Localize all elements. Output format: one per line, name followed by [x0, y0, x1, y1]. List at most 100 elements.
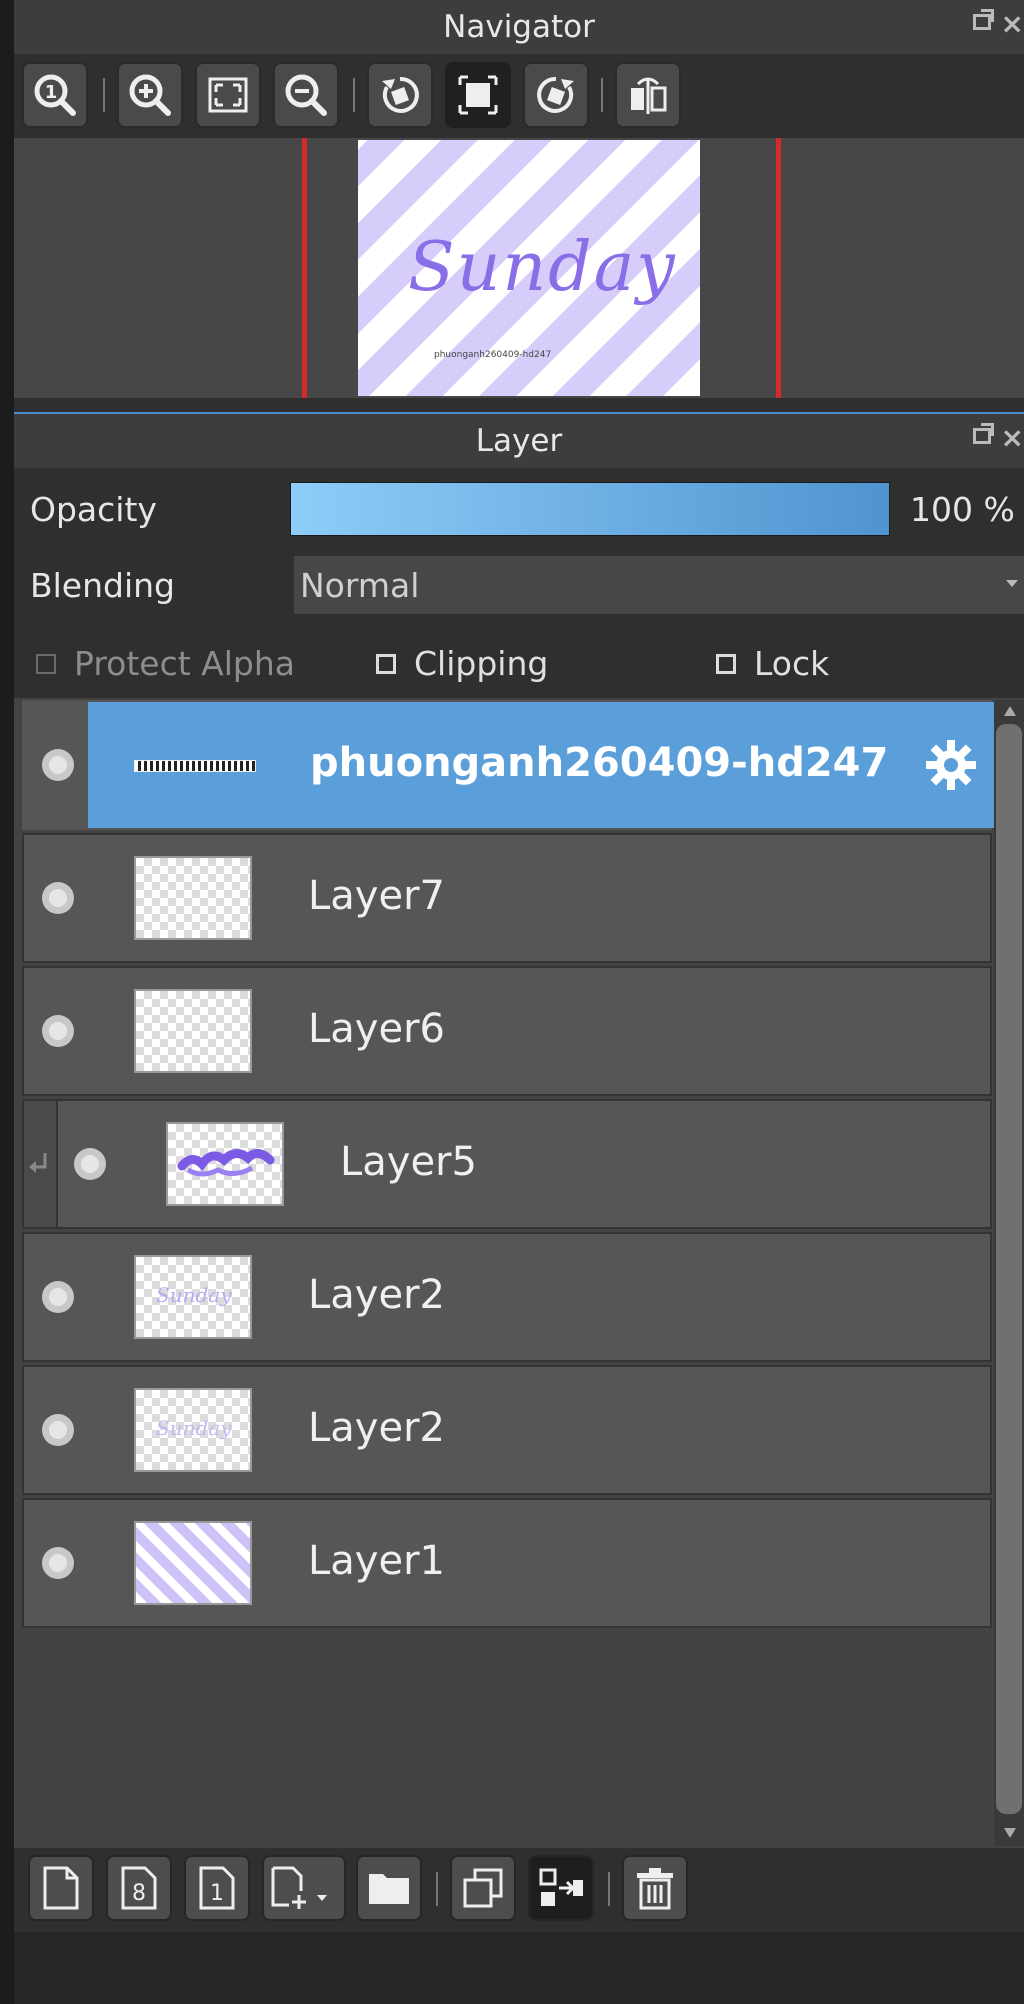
rotate-left-icon [382, 76, 419, 113]
visibility-toggle[interactable] [42, 1015, 74, 1047]
viewport-guide-right [776, 138, 781, 398]
viewport-guide-left [302, 138, 307, 398]
layer-name: Layer5 [340, 1139, 477, 1185]
visibility-toggle[interactable] [42, 749, 74, 781]
layer-row[interactable]: Layer7 [22, 833, 992, 963]
protect-alpha-checkbox[interactable]: Protect Alpha [36, 644, 295, 683]
checkbox-box [36, 653, 56, 674]
scrollbar-thumb[interactable] [996, 724, 1022, 1814]
layer-thumbnail: Sunday [134, 1388, 252, 1472]
blending-value: Normal [300, 566, 420, 605]
blending-select[interactable]: Normal [294, 556, 1024, 614]
new-layer-button[interactable] [28, 1855, 94, 1921]
fit-screen-button[interactable] [195, 62, 261, 128]
svg-text:1: 1 [210, 1881, 224, 1906]
navigator-preview-area[interactable]: Sunday phuonganh260409-hd247 [14, 138, 1024, 398]
merge-down-button[interactable] [528, 1855, 594, 1921]
new-8bit-layer-button[interactable]: 8 [106, 1855, 172, 1921]
visibility-toggle[interactable] [42, 1414, 74, 1446]
flip-horizontal-icon [631, 77, 667, 114]
zoom-actual-button[interactable]: 1 [22, 62, 88, 128]
layer-name: Layer1 [308, 1538, 445, 1584]
new-folder-icon [369, 1874, 409, 1904]
checkbox-box [376, 653, 396, 674]
protect-alpha-label: Protect Alpha [74, 644, 295, 683]
rotate-right-button[interactable] [523, 62, 589, 128]
toolbar-separator [103, 78, 105, 112]
new-8bit-layer-icon: 8 [121, 1866, 157, 1910]
lock-checkbox[interactable]: Lock [716, 644, 829, 683]
scroll-up-arrow[interactable] [1004, 706, 1016, 716]
layer-name: Layer2 [308, 1405, 445, 1451]
thumbnail-text: Sunday [156, 1283, 232, 1307]
navigator-header: Navigator × [14, 0, 1024, 54]
zoom-actual-icon: 1 [34, 74, 76, 116]
brush-strokes-preview [177, 1149, 275, 1177]
opacity-label: Opacity [30, 490, 157, 529]
zoom-in-button[interactable] [117, 62, 183, 128]
svg-text:1: 1 [45, 82, 58, 103]
layer-row[interactable]: Layer5 [22, 1099, 992, 1229]
preview-title-text: Sunday [408, 228, 677, 307]
toolbar-separator [353, 78, 355, 112]
chevron-down-icon [1006, 580, 1018, 587]
layer-row[interactable]: Sunday Layer2 [22, 1365, 992, 1495]
navigator-title: Navigator [443, 9, 595, 45]
layer-row[interactable]: phuonganh260409-hd247 [22, 700, 994, 830]
opacity-slider-fill [291, 483, 889, 535]
layer-thumbnail [134, 989, 252, 1073]
layer-name: Layer2 [308, 1272, 445, 1318]
reset-rotation-icon [458, 75, 498, 115]
flip-horizontal-button[interactable] [615, 62, 681, 128]
panel-divider [14, 398, 1024, 412]
layer-name: Layer6 [308, 1006, 445, 1052]
layer-thumbnail [134, 856, 252, 940]
clipping-indicator [24, 1101, 58, 1227]
layer-thumbnail [166, 1122, 284, 1206]
zoom-in-icon [129, 74, 171, 116]
preview-credit-text: phuonganh260409-hd247 [434, 350, 552, 360]
visibility-toggle[interactable] [42, 1281, 74, 1313]
new-1bit-layer-button[interactable]: 1 [184, 1855, 250, 1921]
reset-rotation-button[interactable] [445, 62, 511, 128]
visibility-toggle[interactable] [74, 1148, 106, 1180]
close-icon[interactable]: × [1001, 10, 1024, 38]
blending-label: Blending [30, 566, 176, 605]
layer-row[interactable]: Layer6 [22, 966, 992, 1096]
layer-name: Layer7 [308, 873, 445, 919]
duplicate-layer-icon [463, 1868, 503, 1908]
toolbar-separator [601, 78, 603, 112]
layer-row[interactable]: Layer1 [22, 1498, 992, 1628]
thumbnail-text: Sunday [156, 1416, 232, 1440]
zoom-out-button[interactable] [273, 62, 339, 128]
layer-list-scrollbar[interactable] [994, 700, 1024, 1846]
navigator-header-controls: × [972, 9, 1024, 38]
zoom-out-icon [285, 74, 327, 116]
canvas-thumbnail: Sunday phuonganh260409-hd247 [358, 140, 700, 396]
new-folder-button[interactable] [356, 1855, 422, 1921]
opacity-value: 100 % [910, 490, 1015, 529]
add-layer-menu-icon [271, 1866, 327, 1909]
layer-name: phuonganh260409-hd247 [310, 740, 889, 786]
opacity-slider[interactable] [290, 482, 890, 536]
left-edge-strip [0, 0, 14, 2004]
new-layer-icon [43, 1866, 79, 1910]
lock-label: Lock [754, 644, 830, 683]
rotate-right-icon [537, 76, 574, 113]
fit-screen-icon [208, 77, 248, 113]
layer-thumbnail: Sunday [134, 1255, 252, 1339]
duplicate-layer-button[interactable] [450, 1855, 516, 1921]
rotate-left-button[interactable] [367, 62, 433, 128]
visibility-toggle[interactable] [42, 882, 74, 914]
visibility-toggle[interactable] [42, 1547, 74, 1579]
add-layer-menu-button[interactable] [262, 1855, 346, 1921]
clipping-checkbox[interactable]: Clipping [376, 644, 548, 683]
close-icon[interactable]: × [1001, 424, 1024, 452]
gear-icon[interactable] [922, 736, 980, 794]
float-panel-icon[interactable] [972, 9, 994, 30]
clip-arrow-icon [29, 1153, 47, 1173]
scroll-down-arrow[interactable] [1004, 1828, 1016, 1838]
float-panel-icon[interactable] [972, 423, 994, 444]
delete-layer-button[interactable] [622, 1855, 688, 1921]
layer-row[interactable]: Sunday Layer2 [22, 1232, 992, 1362]
